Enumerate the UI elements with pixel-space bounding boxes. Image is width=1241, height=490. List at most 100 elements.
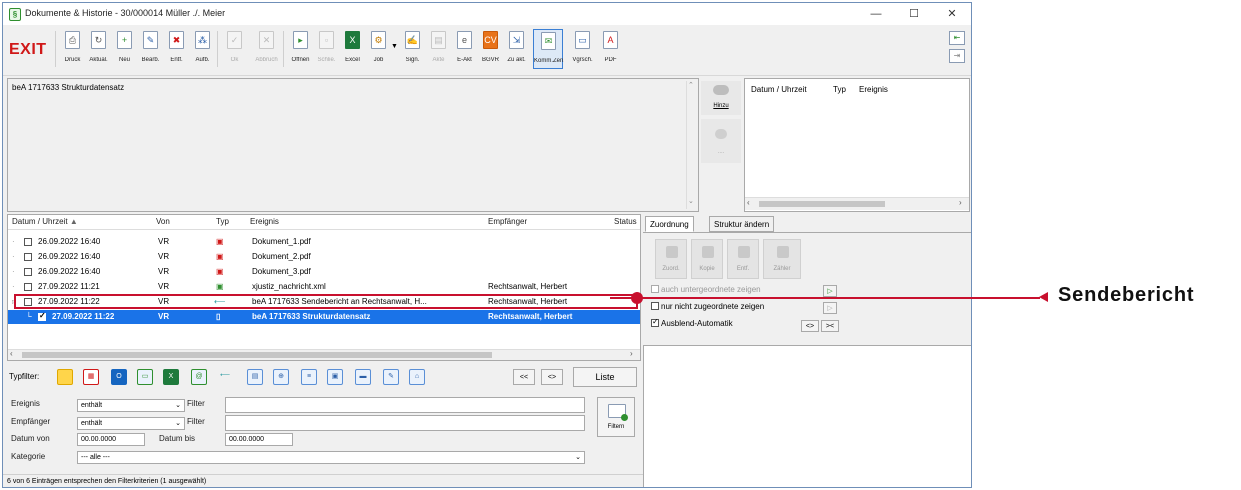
history-col-type[interactable]: Typ (833, 85, 846, 94)
bea-type-icon[interactable]: ⟵ (217, 369, 233, 385)
open-button[interactable]: ▸ Öffnen (289, 29, 312, 69)
tab-zuordnung[interactable]: Zuordnung (645, 216, 694, 232)
attach-button[interactable]: ⇲ Zu akt. (505, 29, 528, 69)
ereignis-filter-input[interactable] (225, 397, 585, 413)
sign-button[interactable]: ✍ Sign. (401, 29, 424, 69)
scroll-right-icon[interactable]: › (630, 349, 633, 358)
table-row[interactable]: · 27.09.2022 11:21 VR ▣ xjustiz_nachricht… (8, 280, 640, 294)
communication-center-button[interactable]: ✉ Komm.Zen. (533, 29, 564, 69)
assign-button[interactable]: Zuord. (655, 239, 687, 279)
row-checkbox-checked[interactable]: ✓ (38, 311, 46, 321)
exit-button[interactable]: EXIT (9, 41, 47, 59)
disabled-side-button[interactable]: .... (701, 119, 741, 163)
scroll-thumb[interactable] (759, 201, 885, 207)
maximize-button[interactable]: ☐ (903, 6, 925, 22)
document-type-icon[interactable]: ▤ (247, 369, 263, 385)
tab-struktur-aendern[interactable]: Struktur ändern (709, 216, 775, 232)
ereignis-operator-select[interactable]: enthält ⌄ (77, 399, 185, 412)
checkbox[interactable] (651, 302, 659, 310)
dock-right-icon[interactable]: ⇥ (949, 49, 965, 63)
row-checkbox[interactable] (24, 268, 32, 276)
cancel-button[interactable]: ✕ Abbruch (255, 29, 278, 69)
text-type-icon[interactable]: ≡ (301, 369, 317, 385)
scroll-up-icon[interactable]: ⌃ (688, 81, 694, 89)
table-row[interactable]: · 26.09.2022 16:40 VR ▣ Dokument_1.pdf (8, 235, 640, 249)
history-col-date[interactable]: Datum / Uhrzeit (751, 85, 807, 94)
checkbox-checked[interactable]: ✓ (651, 317, 659, 327)
remove-assignment-button[interactable]: Entf. (727, 239, 759, 279)
folder-open-type-icon[interactable]: ⌂ (409, 369, 425, 385)
dock-left-icon[interactable]: ⇤ (949, 31, 965, 45)
nav-back-button[interactable]: << (513, 369, 535, 385)
col-header-type[interactable]: Typ (216, 217, 229, 226)
calendar-type-icon[interactable]: ▦ (83, 369, 99, 385)
table-row-selected[interactable]: └ ✓ 27.09.2022 11:22 VR ▯ beA 1717633 Stru… (8, 310, 640, 324)
excel-type-icon[interactable]: X (163, 369, 179, 385)
job-button[interactable]: ⚙ Job (367, 29, 390, 69)
message-type-icon[interactable]: ▬ (355, 369, 371, 385)
row-checkbox[interactable] (24, 238, 32, 246)
expand-button[interactable]: <> (801, 320, 819, 332)
preview-scrollbar[interactable]: ⌃ ⌄ (686, 81, 697, 209)
kategorie-select[interactable]: --- alle --- ⌄ (77, 451, 585, 464)
scroll-down-icon[interactable]: ⌄ (688, 197, 694, 205)
outlook-type-icon[interactable]: O (111, 369, 127, 385)
note-type-icon[interactable] (57, 369, 73, 385)
col-header-status[interactable]: Status (614, 217, 637, 226)
col-header-from[interactable]: Von (156, 217, 170, 226)
minimize-button[interactable]: — (865, 6, 887, 22)
scroll-left-icon[interactable]: ‹ (747, 198, 750, 207)
scan-type-icon[interactable]: ▣ (327, 369, 343, 385)
preview-button[interactable]: ▭ Vgrsch. (571, 29, 594, 69)
scroll-right-icon[interactable]: › (959, 198, 962, 207)
row-checkbox[interactable] (24, 283, 32, 291)
filter-button[interactable]: Filtern (597, 397, 635, 437)
list-button[interactable]: Liste (573, 367, 637, 387)
empfaenger-operator-select[interactable]: enthält ⌄ (77, 417, 185, 430)
delete-button[interactable]: ✖ Entf. (165, 29, 188, 69)
apply-small-button-disabled[interactable]: ▷ (823, 302, 837, 314)
option-show-subordinate[interactable]: auch untergeordnete zeigen (651, 285, 761, 294)
refresh-button[interactable]: ↻ Aktual. (87, 29, 110, 69)
table-row[interactable]: · 26.09.2022 16:40 VR ▣ Dokument_2.pdf (8, 250, 640, 264)
history-col-event[interactable]: Ereignis (859, 85, 888, 94)
counter-button[interactable]: Zähler (763, 239, 801, 279)
tree-button[interactable]: ⁂ Aufb. (191, 29, 214, 69)
new-button[interactable]: + Neu (113, 29, 136, 69)
table-row[interactable]: · 26.09.2022 16:40 VR ▣ Dokument_3.pdf (8, 265, 640, 279)
col-header-event[interactable]: Ereignis (250, 217, 279, 226)
pdf-button[interactable]: A PDF (599, 29, 622, 69)
scroll-thumb[interactable] (22, 352, 492, 358)
copy-button[interactable]: Kopie (691, 239, 723, 279)
col-header-date[interactable]: Datum / Uhrzeit ▲ (12, 217, 78, 226)
history-hscrollbar[interactable]: ‹ › (745, 197, 969, 210)
web-type-icon[interactable]: ⊕ (273, 369, 289, 385)
close-button[interactable]: ✕ (941, 6, 963, 22)
edit-button[interactable]: ✎ Bearb. (139, 29, 162, 69)
datum-von-input[interactable]: 00.00.0000 (77, 433, 145, 446)
option-only-unassigned[interactable]: nur nicht zugeordnete zeigen (651, 302, 764, 311)
print-button[interactable]: ⎙ Druck (61, 29, 84, 69)
ok-button[interactable]: ✓ Ok (223, 29, 246, 69)
datum-bis-input[interactable]: 00.00.0000 (225, 433, 293, 446)
apply-small-button[interactable]: ▷ (823, 285, 837, 297)
email-type-icon[interactable]: @ (191, 369, 207, 385)
grid-hscrollbar[interactable]: ‹ › (8, 349, 640, 360)
bgvr-button[interactable]: CV BGVR (479, 29, 502, 69)
add-button[interactable]: Hinzu (701, 81, 741, 115)
close-document-button[interactable]: ▫ Schlie. (315, 29, 338, 69)
e-file-button[interactable]: e E-Akt (453, 29, 476, 69)
col-header-recipient[interactable]: Empfänger (488, 217, 527, 226)
nav-toggle-button[interactable]: <> (541, 369, 563, 385)
folder-type-icon[interactable]: ▭ (137, 369, 153, 385)
collapse-button[interactable]: >< (821, 320, 839, 332)
excel-button[interactable]: X Excel (341, 29, 364, 69)
job-dropdown-icon[interactable]: ▼ (391, 43, 398, 50)
scroll-left-icon[interactable]: ‹ (10, 349, 13, 358)
edit-type-icon[interactable]: ✎ (383, 369, 399, 385)
empfaenger-filter-input[interactable] (225, 415, 585, 431)
file-button[interactable]: ▤ Akte (427, 29, 450, 69)
checkbox[interactable] (651, 285, 659, 293)
row-checkbox[interactable] (24, 253, 32, 261)
option-auto-hide[interactable]: ✓ Ausblend-Automatik (651, 317, 733, 328)
